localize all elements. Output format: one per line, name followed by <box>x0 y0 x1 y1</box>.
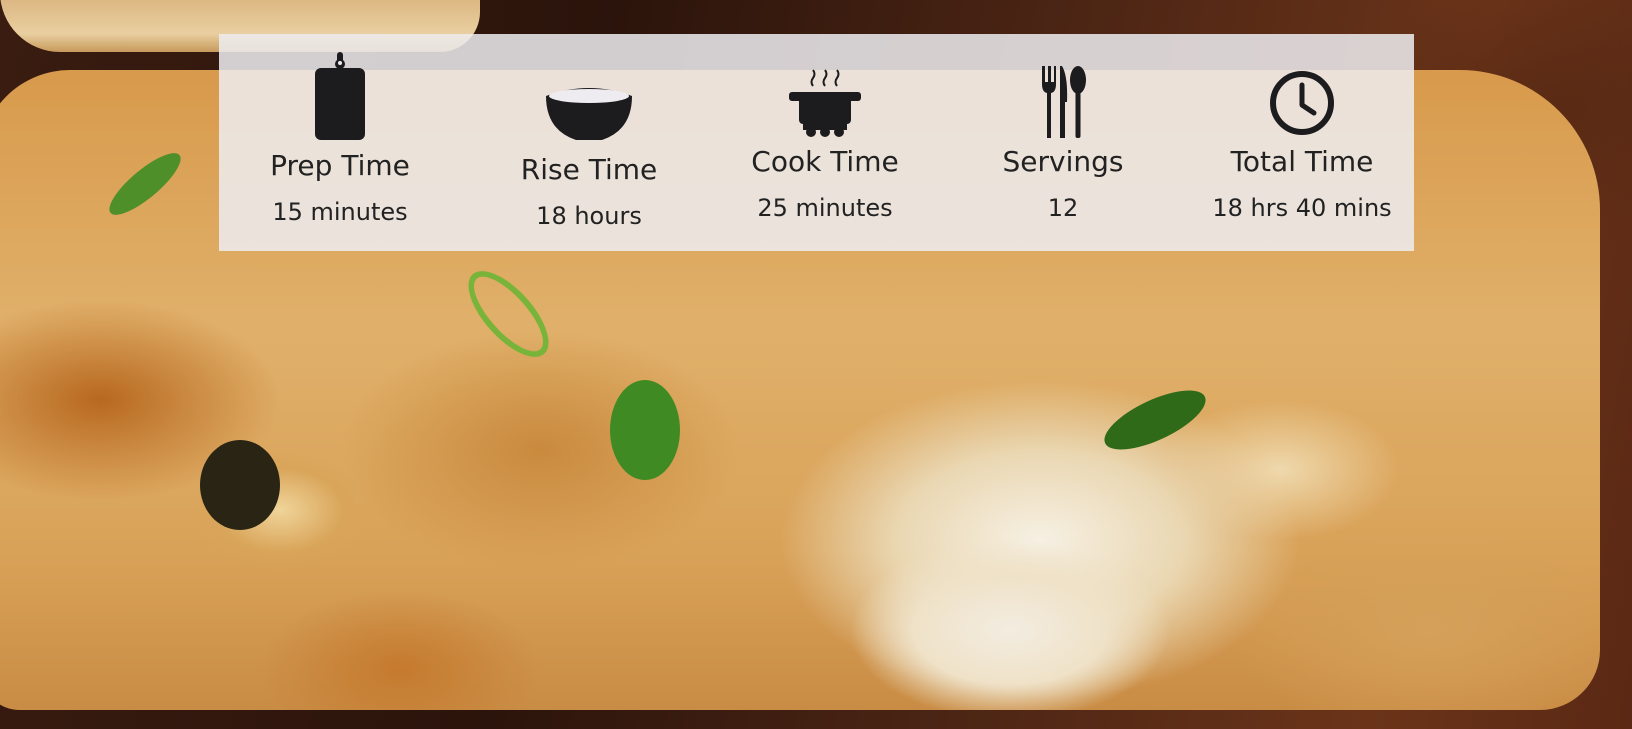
cook-time-label: Cook Time <box>751 145 899 178</box>
servings-label: Servings <box>1002 145 1124 178</box>
servings-item: Servings 12 <box>963 34 1163 251</box>
clock-icon <box>1202 34 1402 135</box>
prep-time-item: Prep Time 15 minutes <box>240 34 440 251</box>
servings-value: 12 <box>1047 194 1079 222</box>
prep-time-label: Prep Time <box>270 149 410 182</box>
rise-time-value: 18 hours <box>536 202 642 230</box>
rise-time-label: Rise Time <box>520 153 658 186</box>
jalapeno-piece <box>200 440 280 530</box>
cooking-pot-icon <box>725 34 925 137</box>
cook-time-item: Cook Time 25 minutes <box>725 34 925 251</box>
total-time-label: Total Time <box>1230 145 1374 178</box>
cutting-board-icon <box>240 34 440 140</box>
total-time-value: 18 hrs 40 mins <box>1212 194 1392 222</box>
fork-knife-spoon-icon <box>963 34 1163 138</box>
rise-time-item: Rise Time 18 hours <box>489 34 689 251</box>
prep-time-value: 15 minutes <box>272 198 408 226</box>
total-time-item: Total Time 18 hrs 40 mins <box>1202 34 1402 251</box>
cook-time-value: 25 minutes <box>757 194 893 222</box>
scallion-garnish <box>610 380 680 480</box>
bowl-icon <box>489 34 689 140</box>
recipe-info-panel: Prep Time 15 minutes Rise Time 18 hours <box>219 34 1414 251</box>
